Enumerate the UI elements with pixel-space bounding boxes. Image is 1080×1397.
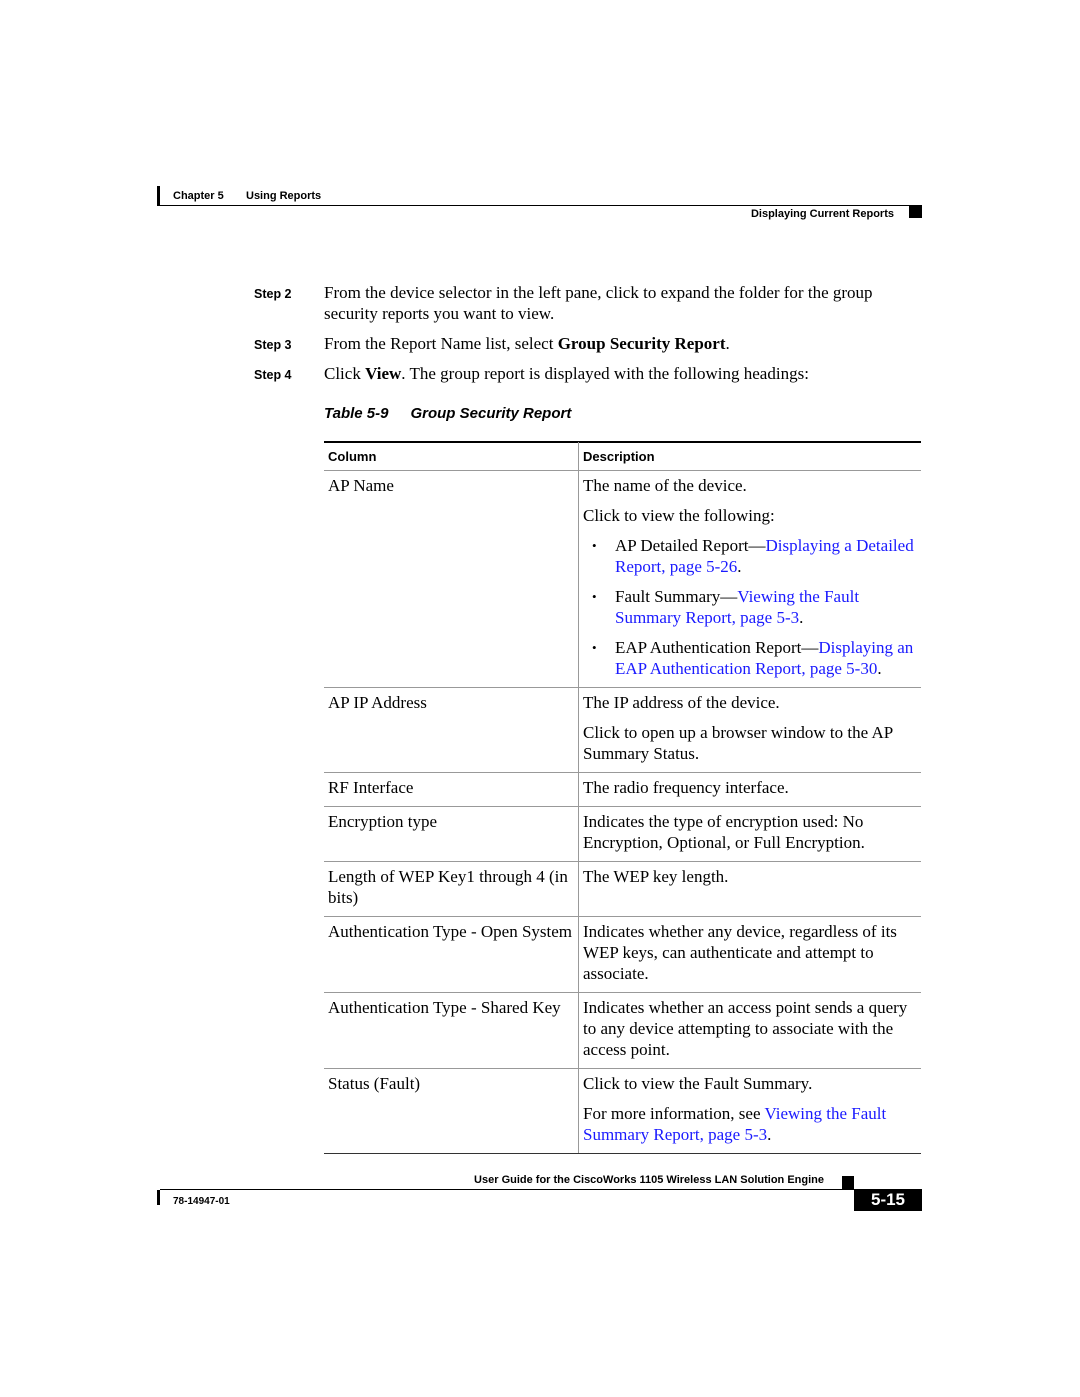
step-3-label: Step 3 [254, 338, 292, 352]
guide-title: User Guide for the CiscoWorks 1105 Wirel… [474, 1174, 824, 1186]
step-2-label: Step 2 [254, 287, 292, 301]
row-description: The radio frequency interface. [578, 772, 921, 807]
table-row: Length of WEP Key1 through 4 (in bits) T… [324, 861, 921, 917]
list-item-text: Fault Summary— [615, 587, 738, 606]
table-row: Authentication Type - Shared Key Indicat… [324, 992, 921, 1069]
header-description: Description [578, 442, 921, 471]
step-3-text: From the Report Name list, select Group … [324, 333, 924, 354]
row-column-name: Status (Fault) [324, 1068, 579, 1154]
description-text: Click to open up a browser window to the… [583, 723, 893, 763]
chapter-title: Using Reports [246, 190, 322, 202]
punctuation: . [877, 659, 882, 678]
step-2-text: From the device selector in the left pan… [324, 283, 873, 323]
row-column-name: AP IP Address [324, 687, 579, 773]
row-description: Indicates whether any device, regardless… [578, 916, 921, 993]
row-description: Indicates the type of encryption used: N… [578, 806, 921, 862]
table-row: Encryption type Indicates the type of en… [324, 806, 921, 862]
step-3-emphasis: Group Security Report [557, 334, 726, 353]
row-column-name: AP Name [324, 470, 579, 688]
description-text: Indicates whether any device, regardless… [583, 922, 897, 983]
header-column: Column [324, 442, 579, 471]
punctuation: . [799, 608, 804, 627]
section-title: Displaying Current Reports [750, 208, 894, 220]
step-4-label: Step 4 [254, 368, 292, 382]
report-links-list: • AP Detailed Report—Displaying a Detaile… [583, 535, 917, 679]
row-column-name: Encryption type [324, 806, 579, 862]
table-header-row: Column Description [324, 442, 921, 471]
step-4-text-pre: Click [324, 364, 366, 383]
table-row: AP Name The name of the device. Click to… [324, 470, 921, 688]
table-title: Group Security Report [410, 405, 572, 422]
step-4-text-post: . The group report is displayed with the… [401, 364, 809, 383]
punctuation: . [767, 1125, 772, 1144]
list-item: • AP Detailed Report—Displaying a Detaile… [583, 535, 917, 577]
row-column-name: Length of WEP Key1 through 4 (in bits) [324, 861, 579, 917]
row-description: The WEP key length. [578, 861, 921, 917]
row-column-name: Authentication Type - Shared Key [324, 992, 579, 1069]
group-security-report-table: Column Description AP Name The name of t… [324, 442, 921, 1154]
row-column-name: RF Interface [324, 772, 579, 807]
table-row: AP IP Address The IP address of the devi… [324, 687, 921, 773]
list-item: • EAP Authentication Report—Displaying an… [583, 637, 917, 679]
page-number: 5-15 [854, 1189, 922, 1211]
table-row: RF Interface The radio frequency interfa… [324, 772, 921, 807]
description-text: The name of the device. [583, 476, 747, 495]
row-description: The IP address of the device. Click to o… [578, 687, 921, 773]
document-number: 78-14947-01 [173, 1196, 230, 1207]
chapter-label: Chapter 5 [173, 190, 224, 202]
description-text: Click to view the following: [583, 506, 775, 525]
punctuation: . [737, 557, 742, 576]
footer-bar [157, 1190, 160, 1205]
table-caption: Table 5-9 Group Security Report [324, 405, 571, 422]
row-description: Indicates whether an access point sends … [578, 992, 921, 1069]
description-text: The WEP key length. [583, 867, 729, 886]
list-item: • Fault Summary—Viewing the Fault Summary… [583, 586, 917, 628]
row-description: Click to view the Fault Summary. For mor… [578, 1068, 921, 1154]
header-bar [157, 186, 160, 206]
bullet-icon: • [592, 538, 597, 553]
table-number: Table 5-9 [324, 405, 389, 422]
description-text: Indicates the type of encryption used: N… [583, 812, 865, 852]
table-row: Authentication Type - Open System Indica… [324, 916, 921, 993]
description-text: The radio frequency interface. [583, 778, 789, 797]
list-item-text: AP Detailed Report— [615, 536, 766, 555]
list-item-text: EAP Authentication Report— [615, 638, 819, 657]
header-marker [909, 206, 922, 218]
bullet-icon: • [592, 589, 597, 604]
description-text: The IP address of the device. [583, 693, 780, 712]
row-column-name: Authentication Type - Open System [324, 916, 579, 993]
row-description: The name of the device. Click to view th… [578, 470, 921, 688]
more-info-prefix: For more information, see [583, 1104, 765, 1123]
bullet-icon: • [592, 640, 597, 655]
description-text: Click to view the Fault Summary. [583, 1074, 813, 1093]
step-3-text-post: . [725, 334, 730, 353]
footer-rule [160, 1189, 854, 1190]
step-3-text-pre: From the Report Name list, select [324, 334, 558, 353]
step-4-emphasis: View [365, 364, 402, 383]
footer-marker [842, 1176, 854, 1189]
table-row: Status (Fault) Click to view the Fault S… [324, 1068, 921, 1154]
more-info-text: For more information, see Viewing the Fa… [583, 1103, 917, 1145]
step-4-text: Click View. The group report is displaye… [324, 363, 924, 384]
description-text: Indicates whether an access point sends … [583, 998, 908, 1059]
header-rule [160, 205, 922, 206]
